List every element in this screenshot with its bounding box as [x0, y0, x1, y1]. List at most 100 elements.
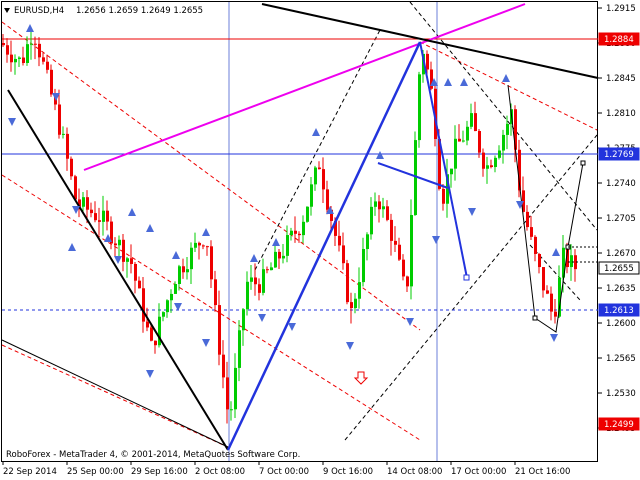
fractal-down-icon: [174, 303, 182, 311]
candle-body: [206, 246, 209, 248]
copyright-footer: RoboForex - MetaTrader 4, © 2001-2014, M…: [6, 450, 300, 460]
candle-body: [554, 311, 557, 317]
candle-body: [122, 239, 125, 262]
candle-body: [318, 167, 321, 170]
candle-body: [386, 206, 389, 220]
fractal-down-icon: [432, 236, 440, 244]
candle-body: [234, 367, 237, 410]
candle-body: [314, 167, 317, 185]
candle-body: [190, 247, 193, 270]
candle-body: [166, 300, 169, 313]
x-tick-label: 7 Oct 00:00: [259, 467, 309, 477]
candle-body: [106, 210, 109, 222]
projection-marker: [580, 160, 586, 166]
candle-body: [390, 219, 393, 241]
price-label-text: 1.2884: [604, 35, 634, 45]
candle-body: [146, 321, 149, 328]
x-tick-label: 14 Oct 08:00: [387, 467, 442, 477]
fractal-up-icon: [552, 248, 560, 256]
candle-body: [98, 220, 101, 222]
candle-body: [182, 266, 185, 273]
candle-body: [382, 206, 385, 210]
candle-body: [202, 245, 205, 247]
candle-body: [134, 263, 137, 281]
channel-guide-red: [1, 174, 421, 441]
candle-body: [266, 269, 269, 271]
candle-body: [550, 293, 553, 312]
fractal-down-icon: [288, 323, 296, 331]
y-tick-label: 1.2670: [606, 249, 636, 259]
candle-body: [418, 74, 421, 141]
candle-body: [302, 221, 305, 236]
y-tick-label: 1.2565: [606, 354, 636, 364]
candle-body: [26, 44, 29, 63]
candle-body: [538, 253, 541, 268]
candle-body: [178, 266, 181, 284]
candle-body: [102, 210, 105, 222]
fractal-up-icon: [312, 128, 320, 136]
x-tick-label: 21 Oct 16:00: [515, 467, 570, 477]
candle-body: [410, 215, 413, 287]
candle-body: [398, 244, 401, 260]
trend-line-black: [1, 339, 231, 449]
candle-body: [258, 284, 261, 293]
candle-body: [42, 57, 45, 62]
candle-body: [290, 230, 293, 236]
candle-body: [458, 138, 461, 142]
x-tick-label: 22 Sep 2014: [3, 467, 57, 477]
y-tick-label: 1.2810: [606, 109, 636, 119]
candle-body: [274, 251, 277, 268]
x-tick-label: 29 Sep 16:00: [131, 467, 188, 477]
candle-body: [374, 201, 377, 207]
candle-body: [62, 133, 65, 135]
fractal-up-icon: [376, 151, 384, 159]
candle-body: [402, 259, 405, 277]
fractal-up-icon: [444, 78, 452, 86]
candle-body: [490, 165, 493, 168]
fractal-up-icon: [250, 254, 258, 262]
x-tick-label: 25 Sep 00:00: [67, 467, 124, 477]
candle-body: [150, 327, 153, 341]
candle-body: [242, 309, 245, 331]
candle-body: [346, 263, 349, 303]
projection-marker: [532, 315, 538, 321]
candle-body: [362, 249, 365, 283]
candle-body: [142, 288, 145, 322]
header-triangle-icon: [4, 8, 10, 13]
candle-body: [494, 157, 497, 168]
candle-body: [170, 293, 173, 301]
candle-body: [442, 188, 445, 204]
trend-line-black: [261, 3, 599, 79]
chart-ohlc: 1.2656 1.2659 1.2649 1.2655: [76, 6, 203, 16]
price-label-text: 1.2655: [604, 264, 634, 274]
fractal-up-icon: [272, 238, 280, 246]
candle-body: [534, 236, 537, 254]
candle-body: [506, 123, 509, 135]
y-tick-label: 1.2845: [606, 74, 636, 84]
candle-body: [474, 113, 477, 132]
candle-body: [270, 267, 273, 271]
candle-body: [82, 197, 85, 207]
y-tick-label: 1.2600: [606, 319, 636, 329]
fractal-down-icon: [346, 342, 354, 350]
candle-body: [338, 235, 341, 246]
y-tick-label: 1.2915: [606, 4, 636, 14]
candle-body: [250, 277, 253, 282]
price-chart[interactable]: EURUSD,H4 1.2656 1.2659 1.2649 1.2655 Ro…: [0, 0, 640, 480]
y-tick-label: 1.2740: [606, 179, 636, 189]
candle-body: [294, 230, 297, 234]
candle-body: [214, 279, 217, 306]
fractal-down-icon: [146, 370, 154, 378]
x-tick-label: 17 Oct 00:00: [451, 467, 506, 477]
price-label-text: 1.2613: [604, 306, 634, 316]
candle-body: [238, 330, 241, 368]
candle-body: [198, 242, 201, 246]
fractal-down-icon: [114, 256, 122, 264]
candle-body: [22, 57, 25, 63]
candle-body: [226, 377, 229, 410]
fractal-down-icon: [202, 339, 210, 347]
candle-body: [526, 211, 529, 228]
candle-body: [162, 312, 165, 317]
candle-body: [218, 305, 221, 355]
candle-body: [254, 277, 257, 285]
